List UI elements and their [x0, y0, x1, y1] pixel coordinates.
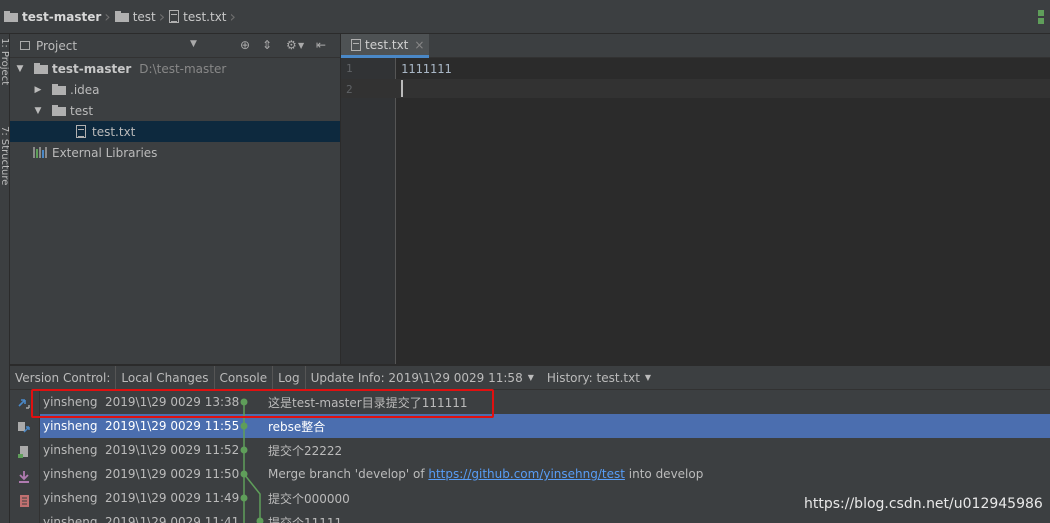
current-line-highlight [396, 79, 1050, 98]
project-tool-button[interactable]: 1: Project [0, 38, 9, 85]
commit-message-suffix: into develop [624, 467, 704, 481]
tree-item-label: test-master [52, 61, 132, 76]
settings-gear-icon[interactable]: ⚙ [286, 38, 297, 52]
graph-node [240, 422, 248, 430]
close-icon[interactable]: × [414, 38, 424, 52]
breadcrumb-label: test.txt [183, 9, 227, 24]
text-file-icon [351, 38, 361, 51]
editor-tab-bar: test.txt × [340, 34, 1050, 58]
document-icon[interactable] [17, 494, 31, 508]
editor-text-area[interactable]: 1111111 [396, 58, 1050, 364]
line-number: 1 [346, 62, 353, 75]
chevron-right-icon: › [229, 6, 236, 26]
annotation-highlight-box [31, 389, 494, 418]
folder-icon [4, 11, 18, 22]
tree-item-project-root[interactable]: ▼ test-master D:\test-master [10, 58, 340, 79]
hide-panel-icon[interactable]: ⇤ [316, 38, 326, 52]
annotate-icon[interactable] [17, 470, 31, 484]
tree-item-label: test [70, 103, 94, 118]
expanded-arrow-icon[interactable]: ▼ [32, 106, 44, 116]
tab-label: Update Info: 2019\1\29 0029 11:58 [310, 370, 523, 385]
view-dropdown-icon[interactable]: ▼ [190, 39, 197, 49]
locate-icon[interactable]: ⊕ [240, 38, 250, 52]
version-control-label: Version Control: [10, 365, 117, 390]
expanded-arrow-icon[interactable]: ▼ [14, 64, 26, 74]
tab-update-info[interactable]: Update Info: 2019\1\29 0029 11:58 ▼ [306, 366, 539, 390]
graph-node [240, 446, 248, 454]
breadcrumb-file[interactable]: test.txt › [169, 0, 240, 33]
project-tree: ▼ test-master D:\test-master ▶ .idea ▼ t… [10, 58, 340, 364]
tab-label: History: test.txt [546, 370, 640, 385]
breadcrumb-label: test [132, 9, 156, 24]
folder-icon [114, 11, 129, 22]
text-file-icon [169, 10, 180, 23]
tree-item-label: test.txt [92, 124, 136, 139]
breadcrumb-folder[interactable]: test › [114, 0, 169, 33]
project-panel-title[interactable]: Project [36, 39, 77, 53]
collapse-icon[interactable]: ⇕ [262, 38, 272, 52]
left-tool-stripe: 1: Project 7: Structure [0, 34, 10, 523]
compare-with-local-icon[interactable] [17, 420, 31, 434]
commit-message: Merge branch 'develop' of https://github… [268, 467, 703, 481]
tab-local-changes[interactable]: Local Changes [116, 365, 215, 390]
tree-item-label: .idea [70, 82, 100, 97]
breadcrumb-project[interactable]: test-master › [4, 0, 115, 33]
get-revision-icon[interactable] [17, 445, 31, 459]
graph-node [256, 517, 264, 523]
graph-node [240, 494, 248, 502]
folder-icon [52, 84, 66, 95]
tree-item-external-libraries[interactable]: External Libraries [10, 142, 340, 163]
watermark: https://blog.csdn.net/u012945986 [804, 496, 1043, 512]
commit-message-prefix: Merge branch 'develop' of [268, 467, 429, 481]
tree-item-label: External Libraries [52, 145, 158, 160]
tree-item-test-folder[interactable]: ▼ test [10, 100, 340, 121]
project-view-icon [20, 41, 30, 50]
text-file-icon [76, 125, 86, 138]
chevron-down-icon[interactable]: ▼ [528, 373, 534, 382]
breadcrumb-label: test-master [22, 9, 102, 24]
settings-dropdown-icon[interactable]: ▼ [298, 41, 304, 50]
tab-history[interactable]: History: test.txt ▼ [539, 366, 656, 390]
version-control-tab-bar: Version Control: Local Changes Console L… [10, 365, 1050, 390]
tab-console[interactable]: Console [215, 365, 274, 390]
line-number: 2 [346, 83, 353, 96]
vcs-status-icon [1038, 10, 1044, 24]
editor-tab-test-txt[interactable]: test.txt × [341, 34, 429, 58]
project-panel-header: Project ▼ ⊕ ⇕ ⚙ ▼ ⇤ [10, 34, 340, 58]
tree-item-test-txt[interactable]: test.txt [10, 121, 340, 142]
tree-item-path: D:\test-master [139, 61, 227, 76]
tree-item-idea[interactable]: ▶ .idea [10, 79, 340, 100]
structure-tool-button[interactable]: 7: Structure [0, 126, 9, 185]
commit-message: 提交个000000 [268, 491, 350, 506]
collapsed-arrow-icon[interactable]: ▶ [32, 85, 44, 95]
editor-gutter: 1 2 [340, 58, 396, 364]
library-icon [33, 147, 47, 158]
code-line[interactable]: 1111111 [401, 62, 452, 76]
chevron-right-icon: › [158, 6, 166, 26]
chevron-right-icon: › [104, 6, 111, 26]
chevron-down-icon[interactable]: ▼ [645, 373, 651, 382]
text-caret [401, 80, 403, 97]
module-folder-icon [34, 63, 48, 74]
compare-icon[interactable] [17, 396, 31, 410]
navigation-bar: test-master › test › test.txt › [0, 0, 1050, 34]
tab-log[interactable]: Log [273, 365, 306, 390]
repository-link[interactable]: https://github.com/yinsehng/test [428, 467, 625, 481]
graph-node [240, 470, 248, 478]
editor-tab-label: test.txt [365, 37, 409, 52]
folder-icon [52, 105, 66, 116]
